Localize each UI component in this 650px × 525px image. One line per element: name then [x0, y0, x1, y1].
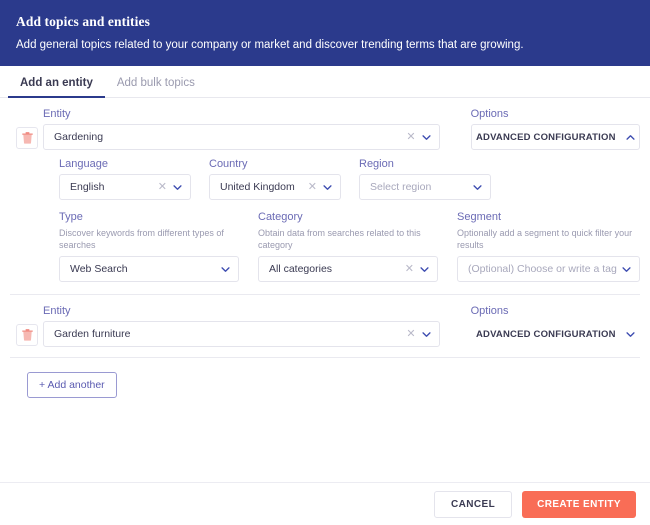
country-select[interactable]: United Kingdom ✕ [209, 174, 341, 200]
segment-field: Segment Optionally add a segment to quic… [457, 211, 640, 282]
segment-label: Segment [457, 211, 502, 223]
entity-row-2: Entity Garden furniture ✕ Options ADVANC… [10, 305, 640, 347]
chevron-down-icon[interactable] [421, 133, 431, 142]
advanced-configuration-label-2: ADVANCED CONFIGURATION [475, 328, 616, 340]
entity-block-2: Entity Garden furniture ✕ Options ADVANC… [10, 295, 640, 358]
category-helper-text: Obtain data from searches related to thi… [258, 228, 421, 251]
clear-icon[interactable]: ✕ [405, 263, 414, 275]
options-wrap-1: Options ADVANCED CONFIGURATION [470, 108, 640, 150]
entity-input-1[interactable]: Gardening ✕ [43, 124, 440, 150]
chevron-up-icon [626, 134, 635, 140]
entity-block-1: Entity Gardening ✕ Options ADVANCED CONF… [10, 98, 640, 295]
type-helper-text: Discover keywords from different types o… [59, 228, 224, 251]
segment-adornments [622, 265, 631, 274]
region-value: Select region [370, 181, 432, 193]
type-select[interactable]: Web Search [59, 256, 239, 282]
language-value: English [70, 181, 105, 193]
language-adornments: ✕ [158, 181, 182, 193]
advanced-configuration-label-1: ADVANCED CONFIGURATION [475, 131, 616, 143]
type-adornments [221, 265, 230, 274]
entity-input-2[interactable]: Garden furniture ✕ [43, 321, 440, 347]
entity-label-1: Entity [43, 108, 71, 120]
language-select[interactable]: English ✕ [59, 174, 191, 200]
trash-icon [21, 329, 33, 341]
category-adornments: ✕ [405, 263, 429, 275]
chevron-down-icon[interactable] [221, 265, 230, 274]
dialog-footer: CANCEL CREATE ENTITY [0, 482, 650, 525]
dialog-header: Add topics and entities Add general topi… [0, 0, 650, 66]
clear-icon[interactable]: ✕ [308, 181, 317, 193]
country-field: Country United Kingdom ✕ [209, 158, 341, 200]
options-label-2: Options [470, 305, 509, 317]
chevron-down-icon [626, 331, 635, 337]
segment-helper-text: Optionally add a segment to quick filter… [457, 228, 633, 251]
create-entity-button[interactable]: CREATE ENTITY [522, 490, 636, 518]
page-subtitle: Add general topics related to your compa… [16, 39, 524, 51]
clear-icon[interactable]: ✕ [406, 328, 415, 340]
entity-label-2: Entity [43, 305, 71, 317]
country-adornments: ✕ [308, 181, 332, 193]
segment-select[interactable]: (Optional) Choose or write a tag [457, 256, 640, 282]
locale-row-1: Language English ✕ Country United Kingdo… [10, 150, 640, 200]
region-select[interactable]: Select region [359, 174, 491, 200]
add-entity-dialog: Add topics and entities Add general topi… [0, 0, 650, 525]
category-field: Category Obtain data from searches relat… [258, 211, 438, 282]
entity-value-2: Garden furniture [54, 328, 131, 340]
entity-row-1: Entity Gardening ✕ Options ADVANCED CONF… [10, 108, 640, 150]
language-label: Language [59, 158, 108, 170]
chevron-down-icon[interactable] [323, 183, 332, 192]
region-label: Region [359, 158, 394, 170]
chevron-down-icon[interactable] [173, 183, 182, 192]
dialog-body: Entity Gardening ✕ Options ADVANCED CONF… [0, 98, 650, 398]
add-another-wrap: + Add another [10, 358, 640, 398]
country-value: United Kingdom [220, 181, 295, 193]
entity-value-1: Gardening [54, 131, 104, 143]
entity-adornments-1: ✕ [406, 131, 431, 143]
type-field: Type Discover keywords from different ty… [59, 211, 239, 282]
clear-icon[interactable]: ✕ [406, 131, 415, 143]
options-label-1: Options [470, 108, 509, 120]
language-field: Language English ✕ [59, 158, 191, 200]
clear-icon[interactable]: ✕ [158, 181, 167, 193]
category-value: All categories [269, 263, 333, 275]
entity-field-wrap-2: Entity Garden furniture ✕ [43, 305, 440, 347]
entity-field-wrap-1: Entity Gardening ✕ [43, 108, 440, 150]
options-wrap-2: Options ADVANCED CONFIGURATION [471, 305, 640, 347]
page-title: Add topics and entities [16, 14, 150, 29]
region-field: Region Select region [359, 158, 491, 200]
add-another-button[interactable]: + Add another [27, 372, 117, 398]
delete-entity-button-2[interactable] [16, 324, 38, 346]
entity-adornments-2: ✕ [406, 328, 431, 340]
tab-add-an-entity[interactable]: Add an entity [8, 77, 105, 98]
country-label: Country [209, 158, 248, 170]
trash-icon [21, 132, 33, 144]
category-label: Category [258, 211, 303, 223]
category-select[interactable]: All categories ✕ [258, 256, 438, 282]
tab-add-bulk-topics[interactable]: Add bulk topics [105, 77, 207, 97]
type-value: Web Search [70, 263, 128, 275]
segment-value: (Optional) Choose or write a tag [468, 263, 617, 275]
chevron-down-icon[interactable] [622, 265, 631, 274]
advanced-configuration-button-1[interactable]: ADVANCED CONFIGURATION [470, 124, 640, 150]
chevron-down-icon[interactable] [421, 330, 431, 339]
chevron-down-icon[interactable] [473, 183, 482, 192]
delete-entity-button-1[interactable] [16, 127, 38, 149]
type-label: Type [59, 211, 83, 223]
advanced-configuration-button-2[interactable]: ADVANCED CONFIGURATION [471, 321, 640, 347]
region-adornments [473, 183, 482, 192]
tab-bar: Add an entity Add bulk topics [0, 66, 650, 98]
config-row-1: Type Discover keywords from different ty… [10, 200, 640, 284]
cancel-button[interactable]: CANCEL [434, 490, 513, 518]
chevron-down-icon[interactable] [420, 265, 429, 274]
